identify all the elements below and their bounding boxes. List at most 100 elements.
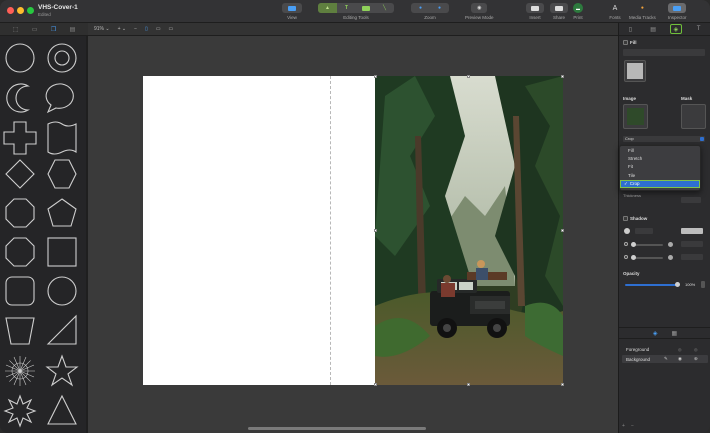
print-control[interactable]: ▬ Print bbox=[573, 3, 583, 20]
crescent-shape[interactable] bbox=[6, 83, 30, 113]
triangle-shape[interactable] bbox=[47, 394, 77, 425]
cross-shape[interactable] bbox=[3, 121, 37, 155]
tab-library[interactable]: ▤ bbox=[70, 26, 76, 33]
layout-single-button[interactable]: ▯ bbox=[145, 26, 148, 32]
image-well[interactable] bbox=[623, 104, 648, 129]
add-page-button[interactable]: + ⌄ bbox=[118, 26, 127, 32]
layer-visibility-icon[interactable]: ◎ bbox=[678, 347, 682, 352]
fonts-control[interactable]: A Fonts bbox=[609, 3, 621, 21]
star-shape[interactable] bbox=[45, 354, 79, 387]
remove-layer-icon[interactable]: − bbox=[631, 423, 634, 429]
shadow-size-field[interactable] bbox=[681, 254, 703, 260]
resize-handle-top-left[interactable] bbox=[374, 75, 377, 78]
option-crop[interactable]: ✓ Crop bbox=[620, 179, 700, 188]
layers-panel-tabs: ◈ ▦ bbox=[619, 328, 710, 339]
option-fit[interactable]: Fit bbox=[620, 163, 700, 171]
resize-handle-bottom-left[interactable] bbox=[374, 383, 377, 386]
tab-images[interactable]: ▭ bbox=[32, 26, 38, 33]
shadow-checkbox[interactable] bbox=[623, 216, 628, 221]
minimize-window-button[interactable] bbox=[17, 7, 24, 14]
burst-star-shape[interactable] bbox=[3, 394, 37, 428]
shadow-offset-knob[interactable] bbox=[631, 242, 636, 247]
shadow-angle-icon[interactable] bbox=[624, 228, 630, 234]
resize-handle-top[interactable] bbox=[467, 75, 470, 78]
preview-mode-control[interactable]: ◉ Preview Mode bbox=[465, 3, 494, 20]
option-tile[interactable]: Tile bbox=[620, 171, 700, 179]
eye-icon-2[interactable]: ◉ bbox=[678, 356, 682, 362]
option-stretch[interactable]: Stretch bbox=[620, 154, 700, 162]
fold-guide-line bbox=[330, 76, 331, 385]
shadow-opacity-knob[interactable] bbox=[631, 255, 636, 260]
zoom-in-button[interactable]: ● bbox=[430, 3, 449, 13]
tab-document[interactable]: ▯ bbox=[624, 24, 636, 34]
tab-layers[interactable]: ❐ bbox=[51, 26, 56, 33]
layout-spread-button[interactable]: ▭ bbox=[169, 26, 174, 32]
share-control[interactable]: Share bbox=[550, 3, 568, 20]
layer-row-background[interactable]: Background ✎ ◉ ⊛ bbox=[622, 355, 708, 363]
tab-shapes[interactable]: ⬚ bbox=[13, 26, 19, 33]
circle-shape-2[interactable] bbox=[47, 276, 77, 306]
fill-type-select[interactable] bbox=[623, 49, 705, 56]
line-tool-button[interactable]: ╲ bbox=[375, 3, 394, 13]
square-shape[interactable] bbox=[47, 237, 77, 267]
resize-handle-left[interactable] bbox=[374, 229, 377, 232]
hexagon-shape[interactable] bbox=[47, 159, 77, 189]
flag-shape[interactable] bbox=[47, 121, 77, 155]
remove-page-button[interactable]: − bbox=[134, 26, 137, 32]
layers-stack-icon[interactable]: ◈ bbox=[653, 330, 658, 337]
pentagon-shape[interactable] bbox=[47, 198, 77, 227]
tab-arrange[interactable]: ▤ bbox=[647, 24, 659, 34]
document-page[interactable] bbox=[143, 75, 564, 386]
zoom-out-button[interactable]: ● bbox=[411, 3, 430, 13]
speech-bubble-shape[interactable] bbox=[45, 83, 74, 114]
opacity-knob[interactable] bbox=[674, 282, 680, 287]
select-tool-button[interactable]: ▲ bbox=[318, 3, 337, 13]
trapezoid-shape[interactable] bbox=[5, 317, 35, 345]
canvas-horizontal-scrollbar[interactable] bbox=[248, 427, 426, 430]
resize-handle-bottom-right[interactable] bbox=[561, 383, 564, 386]
media-tracks-control[interactable]: ● Media Tracks bbox=[629, 3, 656, 20]
layout-grid-button[interactable]: ▭ bbox=[156, 26, 161, 32]
add-layer-icon[interactable]: + bbox=[622, 423, 625, 429]
octagon-shape[interactable] bbox=[5, 198, 35, 228]
thickness-field[interactable] bbox=[681, 197, 701, 203]
zoom-window-button[interactable] bbox=[27, 7, 34, 14]
view-control[interactable]: View bbox=[282, 3, 302, 20]
rounded-octagon-shape[interactable] bbox=[5, 237, 35, 267]
shadow-blur-field[interactable] bbox=[681, 241, 703, 247]
mask-well[interactable] bbox=[681, 104, 706, 129]
tab-text[interactable]: T bbox=[693, 24, 705, 34]
shadow-color-well[interactable] bbox=[681, 228, 703, 234]
layer-row-foreground[interactable]: Foreground ◎ ◎ bbox=[622, 345, 708, 353]
layer-lock-icon[interactable]: ◎ bbox=[694, 347, 698, 352]
forest-jeep-photo[interactable] bbox=[375, 76, 563, 385]
scale-mode-select[interactable]: Crop bbox=[623, 136, 705, 142]
shape-tool-button[interactable] bbox=[356, 3, 375, 13]
shadow-angle-field[interactable] bbox=[635, 228, 653, 234]
circle-shape[interactable] bbox=[5, 43, 35, 73]
canvas[interactable] bbox=[88, 36, 618, 433]
close-window-button[interactable] bbox=[7, 7, 14, 14]
lock-icon[interactable]: ⊛ bbox=[694, 356, 698, 362]
fill-color-well[interactable] bbox=[624, 60, 646, 82]
zoom-level-value: 91% bbox=[94, 26, 105, 32]
grid-icon[interactable]: ▦ bbox=[671, 330, 677, 337]
ring-shape[interactable] bbox=[47, 43, 77, 73]
stepper-icon[interactable] bbox=[701, 281, 705, 288]
option-fill[interactable]: Fill bbox=[620, 146, 700, 154]
tab-style[interactable]: ◈ bbox=[669, 24, 682, 34]
starburst-shape[interactable] bbox=[5, 356, 35, 386]
resize-handle-right[interactable] bbox=[561, 229, 564, 232]
triangle-right-shape[interactable] bbox=[46, 314, 77, 345]
opacity-slider[interactable] bbox=[625, 284, 677, 286]
insert-control[interactable]: Insert bbox=[526, 3, 544, 20]
resize-handle-top-right[interactable] bbox=[561, 75, 564, 78]
pencil-icon[interactable]: ✎ bbox=[664, 356, 668, 362]
rounded-square-shape[interactable] bbox=[5, 276, 35, 306]
fill-checkbox[interactable] bbox=[623, 40, 628, 45]
text-tool-button[interactable]: T bbox=[337, 3, 356, 13]
resize-handle-bottom[interactable] bbox=[467, 383, 470, 386]
inspector-control[interactable]: Inspector bbox=[668, 3, 687, 20]
diamond-shape[interactable] bbox=[5, 159, 35, 189]
zoom-level-select[interactable]: 91% ⌄ bbox=[94, 26, 110, 32]
